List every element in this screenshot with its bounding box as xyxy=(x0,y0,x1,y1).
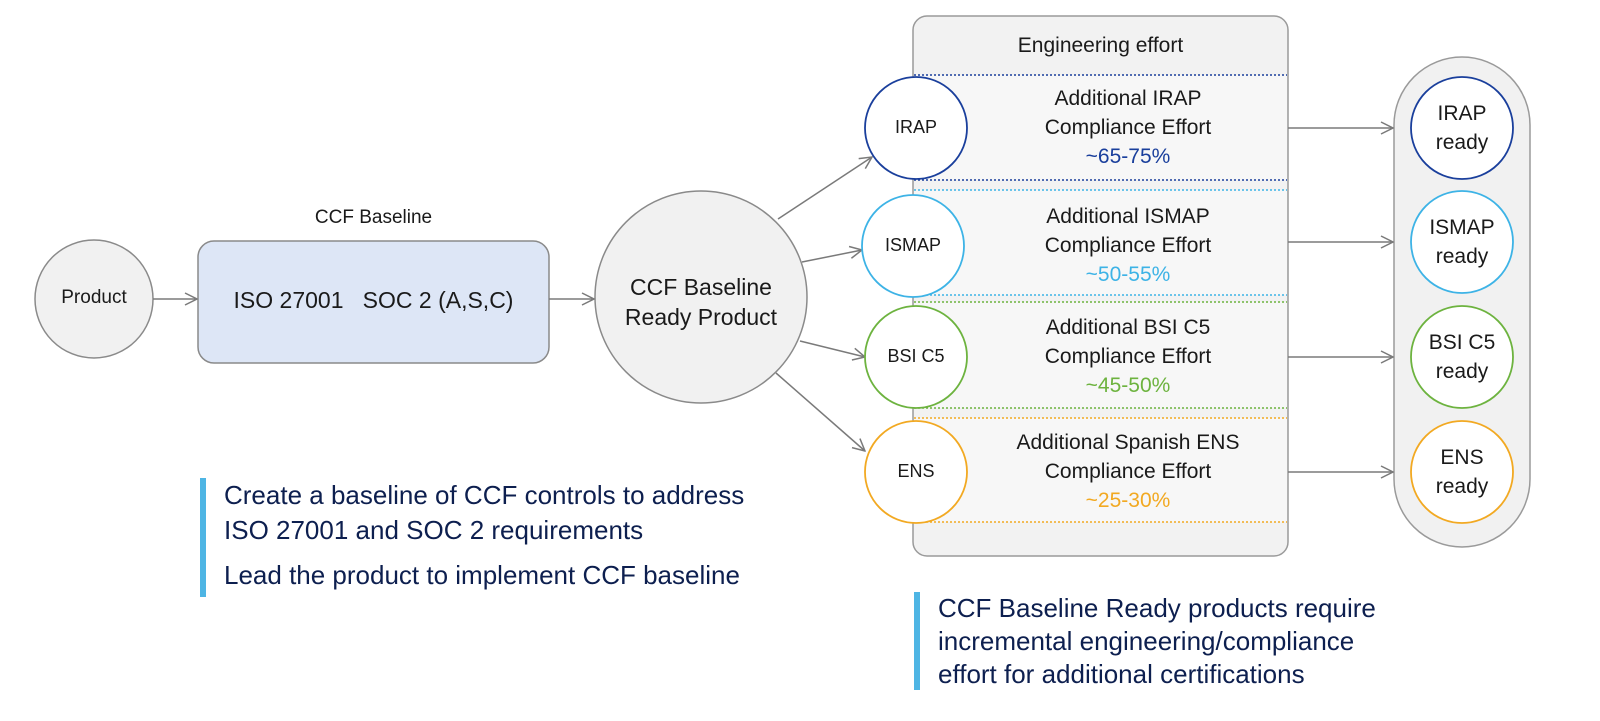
ready-node-label: BSI C5 ready xyxy=(1412,328,1512,386)
effort-percentage: ~45-50% xyxy=(1085,374,1171,397)
baseline-caption: CCF Baseline xyxy=(314,207,433,228)
effort-row-line: Compliance Effort xyxy=(1044,234,1212,257)
arrow-to-ismap xyxy=(801,250,862,263)
effort-row-line: Additional ISMAP xyxy=(1046,205,1210,228)
ready-node-label: IRAP ready xyxy=(1412,99,1512,157)
ready-node-line: ready xyxy=(1435,475,1489,498)
product-label: Product xyxy=(61,287,127,308)
arrow-to-bsi xyxy=(799,340,865,357)
note-right: CCF Baseline Ready products require incr… xyxy=(914,592,1376,690)
effort-row-text: Additional Spanish ENS Compliance Effort ~… xyxy=(968,428,1288,515)
ready-product-line1: CCF Baseline xyxy=(630,274,772,300)
note-left-line: Create a baseline of CCF controls to add… xyxy=(224,480,745,510)
effort-row-line: Additional Spanish ENS xyxy=(1016,431,1240,454)
cert-node-label: ISMAP xyxy=(884,235,941,255)
ready-node-line: ready xyxy=(1435,131,1489,154)
ready-node-label: ISMAP ready xyxy=(1412,213,1512,271)
ready-node-line: IRAP xyxy=(1437,102,1487,125)
effort-percentage: ~65-75% xyxy=(1085,145,1171,168)
arrow-to-irap xyxy=(777,157,872,220)
effort-panel-title: Engineering effort xyxy=(1017,34,1184,57)
note-left-line: ISO 27001 and SOC 2 requirements xyxy=(224,515,644,545)
note-right-line: CCF Baseline Ready products require xyxy=(938,593,1376,623)
ready-node-label: ENS ready xyxy=(1412,443,1512,501)
note-right-line: effort for additional certifications xyxy=(938,659,1305,689)
note-left: Create a baseline of CCF controls to add… xyxy=(200,478,744,597)
ready-node-line: ready xyxy=(1435,360,1489,383)
arrow-to-ens xyxy=(775,372,865,451)
note-right-line: incremental engineering/compliance xyxy=(938,626,1355,656)
effort-row-line: Compliance Effort xyxy=(1044,345,1212,368)
ready-node-line: ISMAP xyxy=(1429,216,1495,239)
cert-node-label: BSI C5 xyxy=(887,346,945,366)
effort-percentage: ~50-55% xyxy=(1085,263,1171,286)
effort-row-line: Compliance Effort xyxy=(1044,116,1212,139)
effort-row-text: Additional ISMAP Compliance Effort ~50-55% xyxy=(968,202,1288,289)
ready-node-line: BSI C5 xyxy=(1428,331,1496,354)
effort-row-line: Compliance Effort xyxy=(1044,460,1212,483)
ready-node-line: ENS xyxy=(1440,446,1484,469)
effort-percentage: ~25-30% xyxy=(1085,489,1171,512)
effort-row-line: Additional IRAP xyxy=(1054,87,1202,110)
ready-product-line2: Ready Product xyxy=(624,304,778,330)
cert-node-label: ENS xyxy=(897,461,935,481)
baseline-standards: ISO 27001 SOC 2 (A,S,C) xyxy=(233,287,514,313)
effort-row-text: Additional BSI C5 Compliance Effort ~45-50… xyxy=(968,313,1288,400)
ready-product-label: CCF Baseline Ready Product xyxy=(595,272,807,332)
effort-row-text: Additional IRAP Compliance Effort ~65-75% xyxy=(968,84,1288,171)
note-left-line: Lead the product to implement CCF baseli… xyxy=(224,560,740,590)
cert-node-label: IRAP xyxy=(894,117,937,137)
ready-node-line: ready xyxy=(1435,245,1489,268)
effort-row-line: Additional BSI C5 xyxy=(1045,316,1211,339)
